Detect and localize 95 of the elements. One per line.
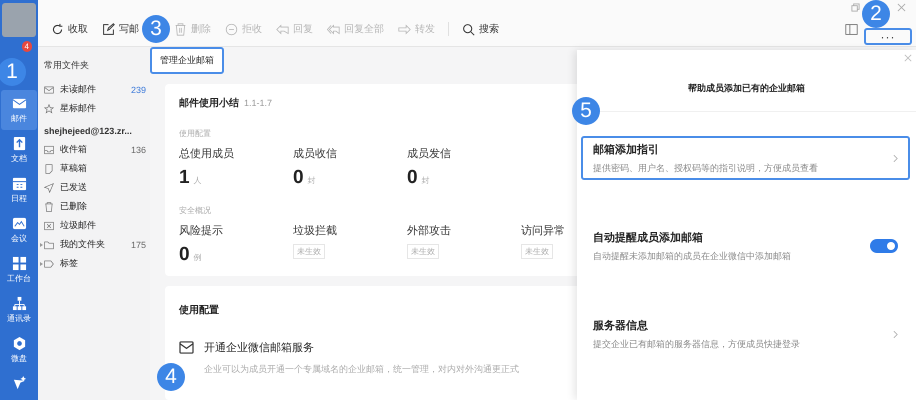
sparkle-icon[interactable] [12,376,26,391]
folder-item[interactable]: 星标邮件 [44,99,146,118]
refresh-icon [51,22,64,36]
reply-icon [276,22,289,36]
chevron-right-icon [893,154,898,162]
row-description: 提交企业已有邮箱的服务器信息，方便成员快捷登录 [593,338,800,348]
folder-item[interactable]: 已发送 [44,178,146,197]
stat-unit: 人 [194,175,202,186]
org-chart-icon [12,296,26,311]
trash-icon [174,22,187,36]
toolbar-button[interactable]: 收取 [44,19,95,39]
settings-row[interactable]: 邮箱添加指引 提供密码、用户名、授权码等的指引说明，方便成员查看 [581,136,910,180]
layout-icon[interactable] [845,22,858,36]
folder-heading: 常用文件夹 [44,59,90,72]
row-title: 服务器信息 [593,320,648,332]
close-icon[interactable] [897,3,906,12]
date-range: 1.1-1.7 [244,98,272,108]
stat-label: 总使用成员 [179,147,234,161]
stat-value: 0 [407,167,418,189]
stat-label: 风险提示 [179,224,223,238]
nav-item[interactable]: 通讯录 [1,290,37,330]
stat-value: 0 [293,167,304,189]
folder-item[interactable]: 未读邮件 239 [44,80,146,99]
status-tag: 未生效 [407,244,439,259]
toolbar-button[interactable]: 写邮 [95,19,139,39]
expand-caret-icon[interactable] [40,242,43,246]
toggle-switch[interactable] [870,239,898,253]
row-description: 自动提醒未添加邮箱的成员在企业微信中添加邮箱 [593,250,791,260]
step-number-marker: 4 [157,363,185,391]
section-label: 安全概况 [179,205,211,216]
edit-icon [102,22,115,36]
stat-label: 外部攻击 [407,224,451,238]
folder-item[interactable]: 草稿箱 [44,159,146,178]
folder-item[interactable]: 垃圾邮件 [44,216,146,235]
draft-icon [44,164,54,174]
mail-icon [44,84,54,94]
mail-icon [12,96,26,111]
reply-all-icon [327,22,340,36]
section-label: 使用配置 [179,128,211,139]
mail-icon [179,341,194,354]
row-title: 邮箱添加指引 [593,144,659,156]
card-title: 邮件使用小结 [179,96,239,110]
toolbar-button[interactable]: 搜索 [455,19,506,39]
document-icon [12,136,26,151]
nav-item[interactable]: 日程 [1,170,37,210]
config-title[interactable]: 开通企业微信邮箱服务 [204,340,314,355]
avatar-photo-placeholder [2,3,36,37]
nav-item[interactable]: 会议 [1,210,37,250]
stat-value: 1 [179,167,190,189]
row-description: 提供密码、用户名、授权码等的指引说明，方便成员查看 [593,162,818,172]
status-tag: 未生效 [521,244,553,259]
inbox-icon [44,144,54,154]
stat-value: 0 [179,244,190,266]
stat-label: 访问异常 [521,224,565,238]
more-button[interactable]: ··· [864,28,912,45]
row-title: 自动提醒成员添加邮箱 [593,232,703,244]
calendar-icon [12,176,26,191]
folder-item[interactable]: 标签 [44,254,146,273]
restore-icon[interactable] [851,3,860,12]
nav-item[interactable]: 文档 [1,130,37,170]
card-title: 使用配置 [179,305,219,316]
hexagon-icon [12,336,26,351]
forward-icon [398,22,411,36]
settings-row[interactable]: 自动提醒成员添加邮箱 自动提醒未添加邮箱的成员在企业微信中添加邮箱 [581,224,910,268]
nav-item[interactable]: 微盘 [1,330,37,370]
nav-item[interactable]: 邮件 [1,90,37,130]
stat-unit: 封 [422,175,430,186]
unread-badge: 4 [22,41,32,52]
tag-icon [44,258,54,268]
mountain-icon [12,216,26,231]
expand-caret-icon[interactable] [40,262,43,266]
settings-row[interactable]: 服务器信息 提交企业已有邮箱的服务器信息，方便成员快捷登录 [581,312,910,356]
close-icon[interactable] [904,54,912,62]
stat-label: 垃圾拦截 [293,224,337,238]
trash-icon [44,202,54,212]
spam-icon [44,220,54,230]
stat-unit: 例 [194,252,202,263]
stat-unit: 封 [308,175,316,186]
status-tag: 未生效 [293,244,325,259]
stat-label: 成员收信 [293,147,337,161]
grid-icon [12,256,26,271]
folder-item[interactable]: 收件箱 136 [44,140,146,159]
star-icon [44,104,54,114]
folder-icon [44,240,54,250]
nav-item[interactable]: 工作台 [1,250,37,290]
search-icon [462,22,475,36]
minus-circle-icon [225,22,238,36]
chevron-right-icon [893,330,898,338]
manage-mailbox-tab[interactable]: 管理企业邮箱 [150,47,224,74]
send-icon [44,182,54,192]
folder-item[interactable]: 已删除 [44,197,146,216]
stat-label: 成员发信 [407,147,451,161]
account-name[interactable]: shejhejeed@123.zr... [44,118,146,140]
folder-item[interactable]: 我的文件夹 175 [44,235,146,254]
config-description: 企业可以为成员开通一个专属域名的企业邮箱，统一管理，对内对外沟通更正式 [204,364,519,374]
